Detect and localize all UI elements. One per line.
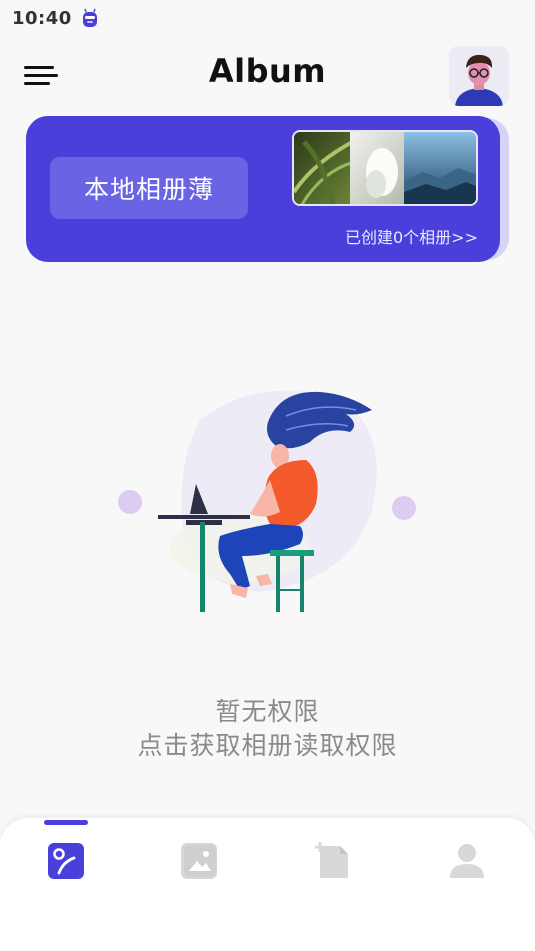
empty-state-illustration bbox=[118, 390, 416, 612]
album-screen: 10:40 Album 本地相册薄 已创建0个相册>> 暂无权限 点击获取相册读… bbox=[0, 0, 535, 951]
thumbnail-images bbox=[294, 132, 476, 204]
album-count-link[interactable]: 已创建0个相册>> bbox=[345, 224, 478, 248]
photo-icon bbox=[181, 843, 217, 879]
local-album-banner[interactable]: 本地相册薄 已创建0个相册>> bbox=[26, 116, 500, 262]
album-thumbnails bbox=[292, 130, 478, 206]
active-tab-indicator bbox=[44, 820, 88, 825]
profile-icon bbox=[450, 844, 484, 878]
avatar[interactable] bbox=[449, 46, 509, 106]
nav-tab-create[interactable] bbox=[276, 818, 396, 918]
notification-app-icon bbox=[82, 8, 97, 27]
status-time: 10:40 bbox=[12, 7, 72, 29]
nav-tab-photos[interactable] bbox=[140, 818, 260, 918]
bottom-navigation bbox=[0, 818, 535, 951]
request-permission-link[interactable]: 点击获取相册读取权限 bbox=[0, 726, 535, 762]
new-file-icon bbox=[315, 842, 348, 878]
status-bar: 10:40 bbox=[0, 0, 535, 36]
avatar-icon bbox=[449, 46, 509, 106]
empty-state-title: 暂无权限 bbox=[215, 697, 320, 726]
nav-tab-profile[interactable] bbox=[410, 818, 530, 918]
nav-tab-album[interactable] bbox=[6, 818, 126, 918]
album-icon bbox=[48, 843, 84, 879]
app-bar: Album bbox=[0, 44, 535, 108]
local-album-button[interactable]: 本地相册薄 bbox=[50, 157, 248, 219]
